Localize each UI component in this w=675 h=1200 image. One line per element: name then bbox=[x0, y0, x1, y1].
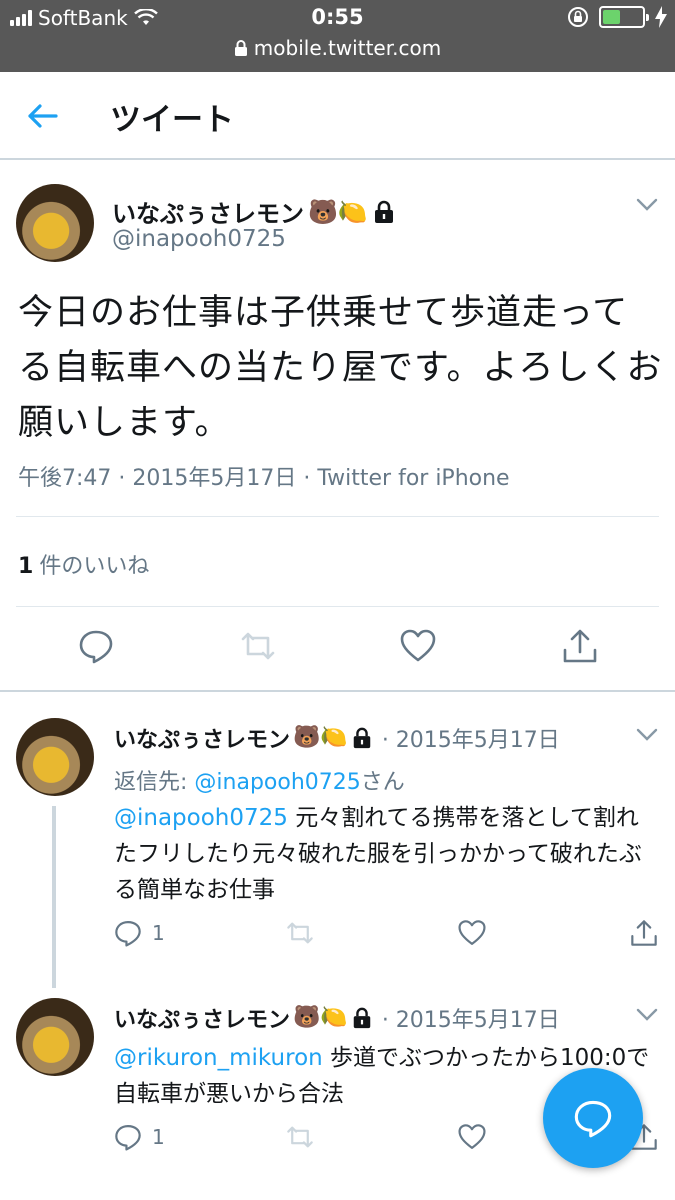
compose-button[interactable] bbox=[543, 1068, 643, 1168]
mention-link[interactable]: @rikuron_mikuron bbox=[114, 1045, 323, 1071]
like-button[interactable] bbox=[458, 918, 486, 948]
replying-prefix: 返信先: bbox=[114, 770, 195, 795]
replying-to: 返信先: @inapooh0725さん bbox=[114, 764, 405, 796]
page-header: ツイート bbox=[0, 72, 675, 160]
reply-author-name: いなぷぅさレモン bbox=[114, 728, 291, 753]
reply-date: · 2015年5月17日 bbox=[381, 728, 560, 753]
lock-icon bbox=[374, 200, 393, 223]
back-arrow-icon[interactable] bbox=[24, 98, 60, 134]
emoji-bear-lemon: 🐻🍋 bbox=[293, 1005, 348, 1030]
avatar[interactable] bbox=[16, 184, 94, 262]
tweet-text: 今日のお仕事は子供乗せて歩道走ってる自転車への当たり屋です。よろしくお願いします… bbox=[18, 293, 663, 443]
reply-button[interactable]: 1 bbox=[114, 1122, 165, 1152]
reply-author-row[interactable]: いなぷぅさレモン 🐻🍋 · 2015年5月17日 bbox=[114, 722, 560, 754]
retweet-icon bbox=[287, 1126, 313, 1148]
likes-count: 1 bbox=[18, 554, 34, 579]
reply-count: 1 bbox=[152, 1125, 165, 1149]
reply-button[interactable]: 1 bbox=[114, 918, 165, 948]
mention-link[interactable]: @inapooh0725 bbox=[114, 805, 288, 831]
replying-suffix: さん bbox=[360, 770, 405, 795]
lock-icon bbox=[353, 1007, 371, 1029]
thread-line bbox=[52, 806, 56, 988]
like-icon bbox=[458, 1124, 486, 1149]
divider bbox=[16, 606, 659, 607]
replying-handle[interactable]: @inapooh0725 bbox=[194, 770, 360, 795]
url-bar[interactable]: mobile.twitter.com bbox=[0, 36, 675, 60]
chevron-down-icon[interactable] bbox=[636, 1008, 658, 1022]
author-name-row[interactable]: いなぷぅさレモン 🐻🍋 bbox=[112, 194, 396, 229]
rotation-lock-icon bbox=[568, 7, 588, 27]
emoji-bear-lemon: 🐻🍋 bbox=[293, 725, 348, 750]
retweet-icon[interactable] bbox=[240, 628, 276, 664]
lock-icon bbox=[234, 40, 247, 56]
chevron-down-icon[interactable] bbox=[636, 198, 658, 212]
page-title: ツイート bbox=[110, 102, 234, 138]
retweet-icon bbox=[287, 922, 313, 944]
reply-count: 1 bbox=[152, 921, 165, 945]
share-button[interactable] bbox=[630, 918, 658, 948]
status-bar: SoftBank 0:55 mobile.twitter.com bbox=[0, 0, 675, 72]
like-icon bbox=[458, 920, 486, 945]
retweet-button[interactable] bbox=[286, 918, 314, 948]
avatar[interactable] bbox=[16, 998, 94, 1076]
reply-icon[interactable] bbox=[78, 628, 114, 664]
share-icon bbox=[631, 920, 657, 946]
battery-icon bbox=[599, 6, 649, 28]
charging-icon bbox=[655, 6, 667, 28]
reply-author-name: いなぷぅさレモン bbox=[114, 1008, 291, 1033]
like-button[interactable] bbox=[458, 1122, 486, 1152]
system-indicators bbox=[567, 6, 667, 28]
reply-date: · 2015年5月17日 bbox=[381, 1008, 560, 1033]
reply-author-row[interactable]: いなぷぅさレモン 🐻🍋 · 2015年5月17日 bbox=[114, 1002, 560, 1034]
reply-icon bbox=[115, 921, 141, 947]
author-name: いなぷぅさレモン bbox=[112, 200, 304, 228]
avatar[interactable] bbox=[16, 718, 94, 796]
lock-icon bbox=[353, 727, 371, 749]
chevron-down-icon[interactable] bbox=[636, 728, 658, 742]
retweet-button[interactable] bbox=[286, 1122, 314, 1152]
reply-icon bbox=[115, 1125, 141, 1151]
like-icon[interactable] bbox=[400, 628, 436, 664]
likes-label: 件のいいね bbox=[39, 554, 150, 579]
compose-icon bbox=[574, 1100, 612, 1138]
reply-text: @inapooh0725 元々割れてる携帯を落として割れたフリしたり元々破れた服… bbox=[114, 800, 659, 908]
emoji-bear-lemon: 🐻🍋 bbox=[308, 197, 368, 226]
tweet-meta: 午後7:47 · 2015年5月17日 · Twitter for iPhone bbox=[18, 466, 510, 491]
divider bbox=[16, 516, 659, 517]
likes-summary[interactable]: 1 件のいいね bbox=[18, 548, 149, 580]
share-icon[interactable] bbox=[562, 628, 598, 664]
url-text: mobile.twitter.com bbox=[253, 36, 442, 60]
tweet-actions bbox=[0, 628, 675, 672]
section-separator bbox=[0, 690, 675, 692]
author-handle[interactable]: @inapooh0725 bbox=[112, 226, 286, 252]
